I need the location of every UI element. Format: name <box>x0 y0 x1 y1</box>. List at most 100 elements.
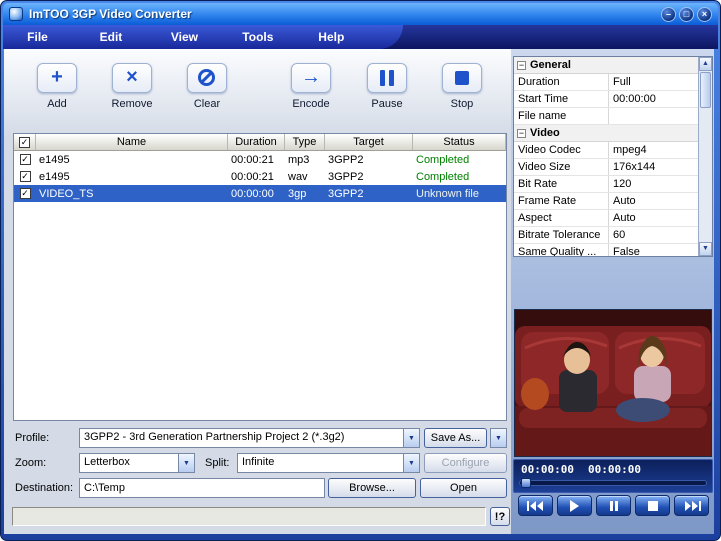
properties-scrollbar[interactable]: ▲ ▼ <box>698 57 712 256</box>
file-status: Unknown file <box>413 185 506 202</box>
menu-tools[interactable]: Tools <box>223 30 292 44</box>
profile-value: 3GPP2 - 3rd Generation Partnership Proje… <box>80 429 403 447</box>
encode-icon: → <box>291 63 331 93</box>
stop-icon <box>648 501 658 511</box>
clear-button[interactable]: Clear <box>179 63 235 110</box>
profile-select[interactable]: 3GPP2 - 3rd Generation Partnership Proje… <box>79 428 420 448</box>
time-total: 00:00:00 <box>588 463 641 476</box>
column-header-check[interactable]: ✓ <box>14 134 36 150</box>
chevron-down-icon[interactable]: ▼ <box>403 454 419 472</box>
chevron-down-icon[interactable]: ▼ <box>403 429 419 447</box>
time-elapsed: 00:00:00 <box>521 463 574 476</box>
menu-file[interactable]: File <box>3 30 72 44</box>
save-as-button[interactable]: Save As... <box>424 428 487 448</box>
properties-panel: − General Duration Full Start Time 00:00… <box>513 56 713 257</box>
property-row[interactable]: Same Quality ... False <box>514 244 698 256</box>
property-row[interactable]: Video Codec mpeg4 <box>514 142 698 159</box>
open-button[interactable]: Open <box>420 478 507 498</box>
scroll-up-icon[interactable]: ▲ <box>699 57 712 71</box>
file-type: 3gp <box>285 185 325 202</box>
close-button[interactable]: × <box>697 7 712 22</box>
file-type: mp3 <box>285 151 325 168</box>
menu-help[interactable]: Help <box>297 30 366 44</box>
file-name: VIDEO_TS <box>36 185 228 202</box>
menu-edit[interactable]: Edit <box>76 30 145 44</box>
property-row[interactable]: Frame Rate Auto <box>514 193 698 210</box>
property-group-video[interactable]: − Video <box>514 125 698 142</box>
file-list: ✓ Name Duration Type Target Status ✓ e14… <box>13 133 507 421</box>
property-group-general[interactable]: − General <box>514 57 698 74</box>
file-target: 3GPP2 <box>325 185 413 202</box>
property-row[interactable]: Start Time 00:00:00 <box>514 91 698 108</box>
scroll-down-icon[interactable]: ▼ <box>699 242 712 256</box>
column-header-duration[interactable]: Duration <box>228 134 285 150</box>
help-button[interactable]: !? <box>490 507 510 526</box>
file-duration: 00:00:21 <box>228 168 285 185</box>
skip-back-button[interactable] <box>518 495 553 516</box>
group-label: Video <box>530 127 560 139</box>
stop-icon <box>442 63 482 93</box>
skip-forward-button[interactable] <box>674 495 709 516</box>
pause-icon <box>367 63 407 93</box>
seek-slider[interactable] <box>519 480 707 486</box>
column-header-target[interactable]: Target <box>325 134 413 150</box>
seek-slider-thumb[interactable] <box>521 478 531 488</box>
property-row[interactable]: File name <box>514 108 698 125</box>
profile-label: Profile: <box>15 432 49 444</box>
menu-view[interactable]: View <box>150 30 219 44</box>
file-type: wav <box>285 168 325 185</box>
encode-button[interactable]: → Encode <box>283 63 339 110</box>
pause-button[interactable]: Pause <box>359 63 415 110</box>
play-icon <box>569 500 580 512</box>
menubar: File Edit View Tools Help <box>3 25 718 49</box>
browse-button[interactable]: Browse... <box>328 478 416 498</box>
column-header-name[interactable]: Name <box>36 134 228 150</box>
property-row[interactable]: Aspect Auto <box>514 210 698 227</box>
properties-grid: − General Duration Full Start Time 00:00… <box>514 57 698 256</box>
profile-more-button[interactable]: ▼ <box>490 428 507 448</box>
property-row[interactable]: Duration Full <box>514 74 698 91</box>
row-checkbox[interactable]: ✓ <box>20 171 31 182</box>
collapse-icon[interactable]: − <box>517 129 526 138</box>
file-row-selected[interactable]: ✓ VIDEO_TS 00:00:00 3gp 3GPP2 Unknown fi… <box>14 185 506 202</box>
chevron-down-icon[interactable]: ▼ <box>178 454 194 472</box>
zoom-select[interactable]: Letterbox ▼ <box>79 453 195 473</box>
file-name: e1495 <box>36 168 228 185</box>
scrollbar-thumb[interactable] <box>700 72 711 108</box>
file-name: e1495 <box>36 151 228 168</box>
zoom-value: Letterbox <box>80 454 178 472</box>
file-list-header: ✓ Name Duration Type Target Status <box>14 134 506 151</box>
stop-playback-button[interactable] <box>635 495 670 516</box>
side-panel: − General Duration Full Start Time 00:00… <box>511 49 714 534</box>
collapse-icon[interactable]: − <box>517 61 526 70</box>
stop-button[interactable]: Stop <box>434 63 490 110</box>
minimize-button[interactable]: – <box>661 7 676 22</box>
split-select[interactable]: Infinite ▼ <box>237 453 420 473</box>
app-icon <box>9 7 23 21</box>
play-button[interactable] <box>557 495 592 516</box>
property-row[interactable]: Bit Rate 120 <box>514 176 698 193</box>
pause-playback-button[interactable] <box>596 495 631 516</box>
configure-button[interactable]: Configure <box>424 453 507 473</box>
row-checkbox[interactable]: ✓ <box>20 154 31 165</box>
property-row[interactable]: Bitrate Tolerance 60 <box>514 227 698 244</box>
column-header-type[interactable]: Type <box>285 134 325 150</box>
chevron-down-icon[interactable]: ▼ <box>491 429 506 447</box>
property-row[interactable]: Video Size 176x144 <box>514 159 698 176</box>
split-label: Split: <box>205 457 229 469</box>
file-row[interactable]: ✓ e1495 00:00:21 mp3 3GPP2 Completed <box>14 151 506 168</box>
row-checkbox[interactable]: ✓ <box>20 188 31 199</box>
split-value: Infinite <box>238 454 403 472</box>
add-button[interactable]: + Add <box>29 63 85 110</box>
select-all-checkbox[interactable]: ✓ <box>19 137 30 148</box>
main-panel: + Add × Remove Clear → Encode Pause Stop… <box>4 49 511 534</box>
app-window: ImTOO 3GP Video Converter – □ × File Edi… <box>0 0 721 541</box>
destination-input[interactable] <box>79 478 325 498</box>
group-label: General <box>530 59 571 71</box>
column-header-status[interactable]: Status <box>413 134 506 150</box>
zoom-label: Zoom: <box>15 457 46 469</box>
remove-button[interactable]: × Remove <box>104 63 160 110</box>
maximize-button[interactable]: □ <box>679 7 694 22</box>
window-title: ImTOO 3GP Video Converter <box>29 7 658 21</box>
file-row[interactable]: ✓ e1495 00:00:21 wav 3GPP2 Completed <box>14 168 506 185</box>
